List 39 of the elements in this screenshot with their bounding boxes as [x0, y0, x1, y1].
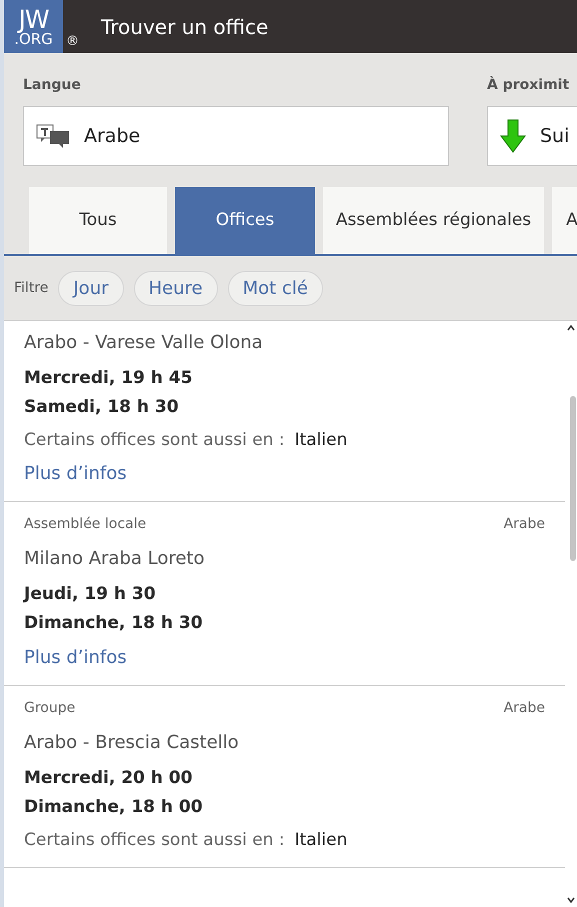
scroll-up-icon[interactable] — [567, 325, 575, 331]
scroll-down-icon[interactable] — [567, 897, 575, 903]
field-label: À proximit — [487, 75, 570, 95]
translate-icon — [36, 124, 70, 148]
meeting-time: Jeudi, 19 h 30 — [24, 582, 157, 606]
meeting-language: Arabe — [504, 698, 545, 718]
field-label: Langue — [23, 76, 82, 95]
select-field[interactable]: Arabe — [23, 106, 449, 166]
filter-chip[interactable]: Jour — [58, 270, 124, 306]
meeting-time: Mercredi, 20 h 00 — [24, 766, 194, 790]
filter-chip[interactable]: Mot clé — [228, 270, 323, 306]
logo-text: JW — [18, 6, 49, 32]
meeting-time: Dimanche, 18 h 30 — [24, 612, 204, 634]
congregation-name: Arabo - Brescia Castello — [24, 730, 240, 754]
page-title: Trouver un office — [101, 14, 268, 40]
meeting-time: Dimanche, 18 h 00 — [24, 796, 204, 818]
meeting-type: Assemblée locale — [24, 514, 146, 534]
registered-mark: ® — [66, 32, 79, 50]
congregation-name: Arabo - Varese Valle Olona — [24, 331, 264, 355]
filter-label: Filtre — [14, 278, 48, 298]
more-info-link[interactable]: Plus d’infos — [24, 460, 127, 486]
congregation-name: Milano Araba Loreto — [24, 546, 206, 570]
more-info-link[interactable]: Plus d’infos — [24, 644, 127, 670]
logo-text: .ORG — [14, 32, 53, 46]
language-value: Italien — [294, 430, 348, 450]
select-field[interactable]: Sui — [487, 106, 577, 166]
language-note: Certains offices sont aussi en : — [24, 430, 285, 450]
language-value: Italien — [294, 830, 348, 850]
meeting-type: Groupe — [24, 698, 76, 718]
meeting-language: Arabe — [504, 514, 545, 534]
meeting-time: Mercredi, 19 h 45 — [24, 367, 194, 390]
meeting-time: Samedi, 18 h 30 — [24, 396, 180, 419]
filter-chip[interactable]: Heure — [134, 270, 218, 306]
tab[interactable]: Assemblées régionales — [323, 187, 544, 254]
tab[interactable]: Tous — [29, 187, 167, 254]
language-note: Certains offices sont aussi en : — [24, 830, 285, 850]
scrollbar-thumb[interactable] — [570, 396, 576, 561]
tab[interactable]: Offices — [175, 187, 315, 254]
arrow-down-icon — [500, 119, 526, 153]
